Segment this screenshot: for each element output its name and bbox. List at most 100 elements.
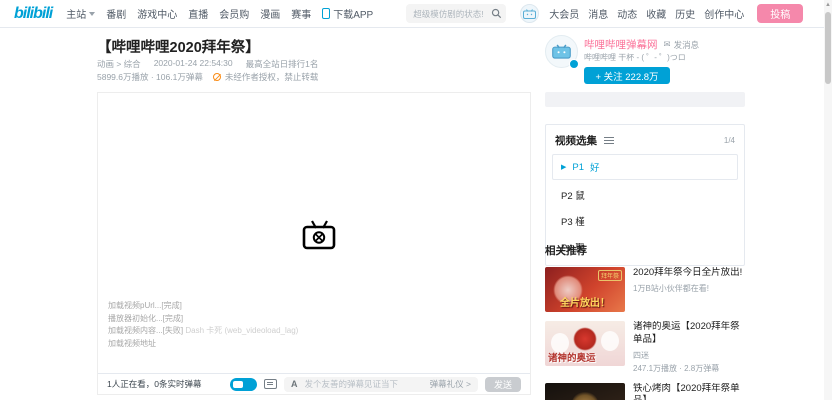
scrollbar-up-icon[interactable]: ▲ xyxy=(824,0,832,10)
follow-button[interactable]: + 关注 222.8万 xyxy=(584,67,670,84)
player-log-line: 加载视频pUrl...[完成] xyxy=(108,300,298,313)
playlist-header: 视频选集 1/4 xyxy=(546,125,744,154)
nav-creator-center[interactable]: 创作中心 xyxy=(704,6,744,21)
send-message-link[interactable]: ✉ 发消息 xyxy=(664,39,700,51)
charge-bar[interactable] xyxy=(545,92,745,107)
related-video-title[interactable]: 2020拜年祭今日全片放出! xyxy=(633,267,745,280)
uploader-signature: 哔哩哔哩 干杯 - ( ゜- ゜)つロ xyxy=(584,52,686,63)
related-video-card[interactable]: 诸神的奥运 诸神的奥运【2020拜年祭单品】 四迷 247.1万播放 · 2.8… xyxy=(545,321,747,374)
tv-face-icon xyxy=(523,9,536,19)
search-input[interactable] xyxy=(413,9,491,19)
tv-face-icon xyxy=(552,44,571,59)
nav-history[interactable]: 历史 xyxy=(675,6,695,21)
uploader-name-line: 哔哩哔哩弹幕网 ✉ 发消息 xyxy=(584,37,699,52)
breadcrumb[interactable]: 动画 > 综合 xyxy=(97,58,141,70)
related-title: 相关推荐 xyxy=(545,243,747,258)
thumbnail-art xyxy=(571,391,599,400)
related-video-stats: 247.1万播放 · 2.8万弹幕 xyxy=(633,363,745,374)
video-player[interactable]: 加载视频pUrl...[完成] 播放器初始化...[完成] 加载视频内容...[… xyxy=(97,92,531,395)
rank-text: 最高全站日排行1名 xyxy=(246,58,319,70)
bilibili-logo[interactable]: bilibili xyxy=(14,5,52,23)
nav-messages[interactable]: 消息 xyxy=(588,6,608,21)
danmaku-etiquette-link[interactable]: 弹幕礼仪 > xyxy=(430,378,471,390)
related-video-info: 铁心烤肉【2020拜年祭单品】 艾叶 303.2万播放 · 18.3万弹幕 xyxy=(633,383,745,400)
playing-icon: ▶ xyxy=(561,163,566,171)
verified-badge-icon xyxy=(569,59,579,69)
font-style-icon[interactable]: A xyxy=(291,379,298,389)
player-log-line: 播放器初始化...[完成] xyxy=(108,313,298,326)
view-danmaku-stats: 5899.6万播放 · 106.1万弹幕 xyxy=(97,71,203,83)
nav-game-center[interactable]: 游戏中心 xyxy=(137,6,177,21)
broken-tv-icon xyxy=(301,219,337,251)
nav-mainsite[interactable]: 主站 xyxy=(66,6,95,21)
playlist-page-indicator: 1/4 xyxy=(724,136,735,145)
player-log-line: 加载视频地址 xyxy=(108,338,298,351)
scrollbar-thumb[interactable] xyxy=(825,12,831,84)
playlist-item-number: P3 xyxy=(561,217,573,228)
chevron-down-icon xyxy=(89,12,95,16)
nav-esports[interactable]: 赛事 xyxy=(291,6,311,21)
copyright-text: 未经作者授权，禁止转载 xyxy=(225,71,319,83)
playlist-item-name: 鼠 xyxy=(575,191,585,202)
player-log: 加载视频pUrl...[完成] 播放器初始化...[完成] 加载视频内容...[… xyxy=(108,300,298,350)
related-video-card[interactable]: 拜年祭 全片放出！ 2020拜年祭今日全片放出! 1万B站小伙伴都在看! xyxy=(545,267,747,312)
danmaku-toggle-knob xyxy=(233,381,243,388)
player-log-line: 加载视频内容...[失败] Dash 卡死 (web_videoload_lag… xyxy=(108,325,298,338)
list-icon[interactable] xyxy=(604,137,614,139)
nav-manga[interactable]: 漫画 xyxy=(260,6,280,21)
related-video-info: 诸神的奥运【2020拜年祭单品】 四迷 247.1万播放 · 2.8万弹幕 xyxy=(633,321,745,374)
publish-time: 2020-01-24 22:54:30 xyxy=(154,58,233,70)
related-video-uploader[interactable]: 四迷 xyxy=(633,350,745,361)
playlist-item-number: P2 xyxy=(561,191,573,202)
user-avatar[interactable] xyxy=(520,4,539,23)
search-box xyxy=(406,4,506,23)
nav-bangumi[interactable]: 番剧 xyxy=(106,6,126,21)
nav-feed[interactable]: 动态 xyxy=(617,6,637,21)
playlist-item-name: 槿 xyxy=(575,217,585,228)
phone-app-icon xyxy=(322,8,330,19)
upload-button[interactable]: 投稿 xyxy=(757,4,803,23)
related-videos: 相关推荐 拜年祭 全片放出！ 2020拜年祭今日全片放出! 1万B站小伙伴都在看… xyxy=(545,243,747,400)
thumbnail-art xyxy=(601,331,619,351)
danmaku-placeholder: 发个友善的弹幕见证当下 xyxy=(305,378,423,390)
danmaku-settings-icon[interactable] xyxy=(264,379,277,389)
send-message-label: 发消息 xyxy=(674,39,700,51)
playlist-item-p2[interactable]: P2 鼠 xyxy=(546,182,744,208)
related-video-card[interactable]: 铁心烤肉 铁心烤肉【2020拜年祭单品】 艾叶 303.2万播放 · 18.3万… xyxy=(545,383,747,400)
video-meta-line1: 动画 > 综合 2020-01-24 22:54:30 最高全站日排行1名 xyxy=(97,58,318,70)
related-video-subtitle: 1万B站小伙伴都在看! xyxy=(633,283,745,294)
copyright-notice: 未经作者授权，禁止转载 xyxy=(213,71,319,83)
playlist-title: 视频选集 xyxy=(555,133,597,148)
video-thumbnail[interactable]: 铁心烤肉 xyxy=(545,383,625,400)
nav-favorites[interactable]: 收藏 xyxy=(646,6,666,21)
uploader-name[interactable]: 哔哩哔哩弹幕网 xyxy=(584,37,658,52)
video-meta-line2: 5899.6万播放 · 106.1万弹幕 未经作者授权，禁止转载 xyxy=(97,71,318,83)
danmaku-send-bar: 1人正在看，0条实时弹幕 A 发个友善的弹幕见证当下 弹幕礼仪 > 发送 xyxy=(98,373,530,394)
bilibili-video-page: bilibili 主站 番剧 游戏中心 直播 会员购 漫画 赛事 下载APP xyxy=(0,0,832,400)
search-icon[interactable] xyxy=(491,8,502,19)
thumbnail-text: 诸神的奥运 xyxy=(548,350,596,364)
playlist-item-p3[interactable]: P3 槿 xyxy=(546,208,744,234)
nav-download-app[interactable]: 下载APP xyxy=(322,6,373,21)
video-thumbnail[interactable]: 诸神的奥运 xyxy=(545,321,625,366)
related-video-title[interactable]: 诸神的奥运【2020拜年祭单品】 xyxy=(633,321,745,347)
video-thumbnail[interactable]: 拜年祭 全片放出！ xyxy=(545,267,625,312)
nav-download-app-label: 下载APP xyxy=(333,6,373,21)
envelope-icon: ✉ xyxy=(664,39,671,50)
nav-live[interactable]: 直播 xyxy=(188,6,208,21)
uploader-avatar[interactable] xyxy=(545,35,578,68)
playlist-item-p1[interactable]: ▶ P1 好 xyxy=(552,154,738,180)
nav-vip[interactable]: 大会员 xyxy=(549,6,579,21)
nav-shop[interactable]: 会员购 xyxy=(219,6,249,21)
danmaku-toggle[interactable] xyxy=(230,378,257,391)
nav-mainsite-label: 主站 xyxy=(66,6,86,21)
no-reprint-icon xyxy=(213,73,221,81)
scrollbar[interactable]: ▲ xyxy=(824,0,832,400)
danmaku-input[interactable]: A 发个友善的弹幕见证当下 弹幕礼仪 > xyxy=(284,377,478,392)
thumbnail-art xyxy=(573,327,597,351)
playlist-item-number: P1 xyxy=(572,162,584,173)
watching-count: 1人正在看，0条实时弹幕 xyxy=(107,378,223,390)
send-danmaku-button[interactable]: 发送 xyxy=(485,377,521,392)
related-video-title[interactable]: 铁心烤肉【2020拜年祭单品】 xyxy=(633,383,745,400)
top-navbar: bilibili 主站 番剧 游戏中心 直播 会员购 漫画 赛事 下载APP xyxy=(0,0,824,28)
